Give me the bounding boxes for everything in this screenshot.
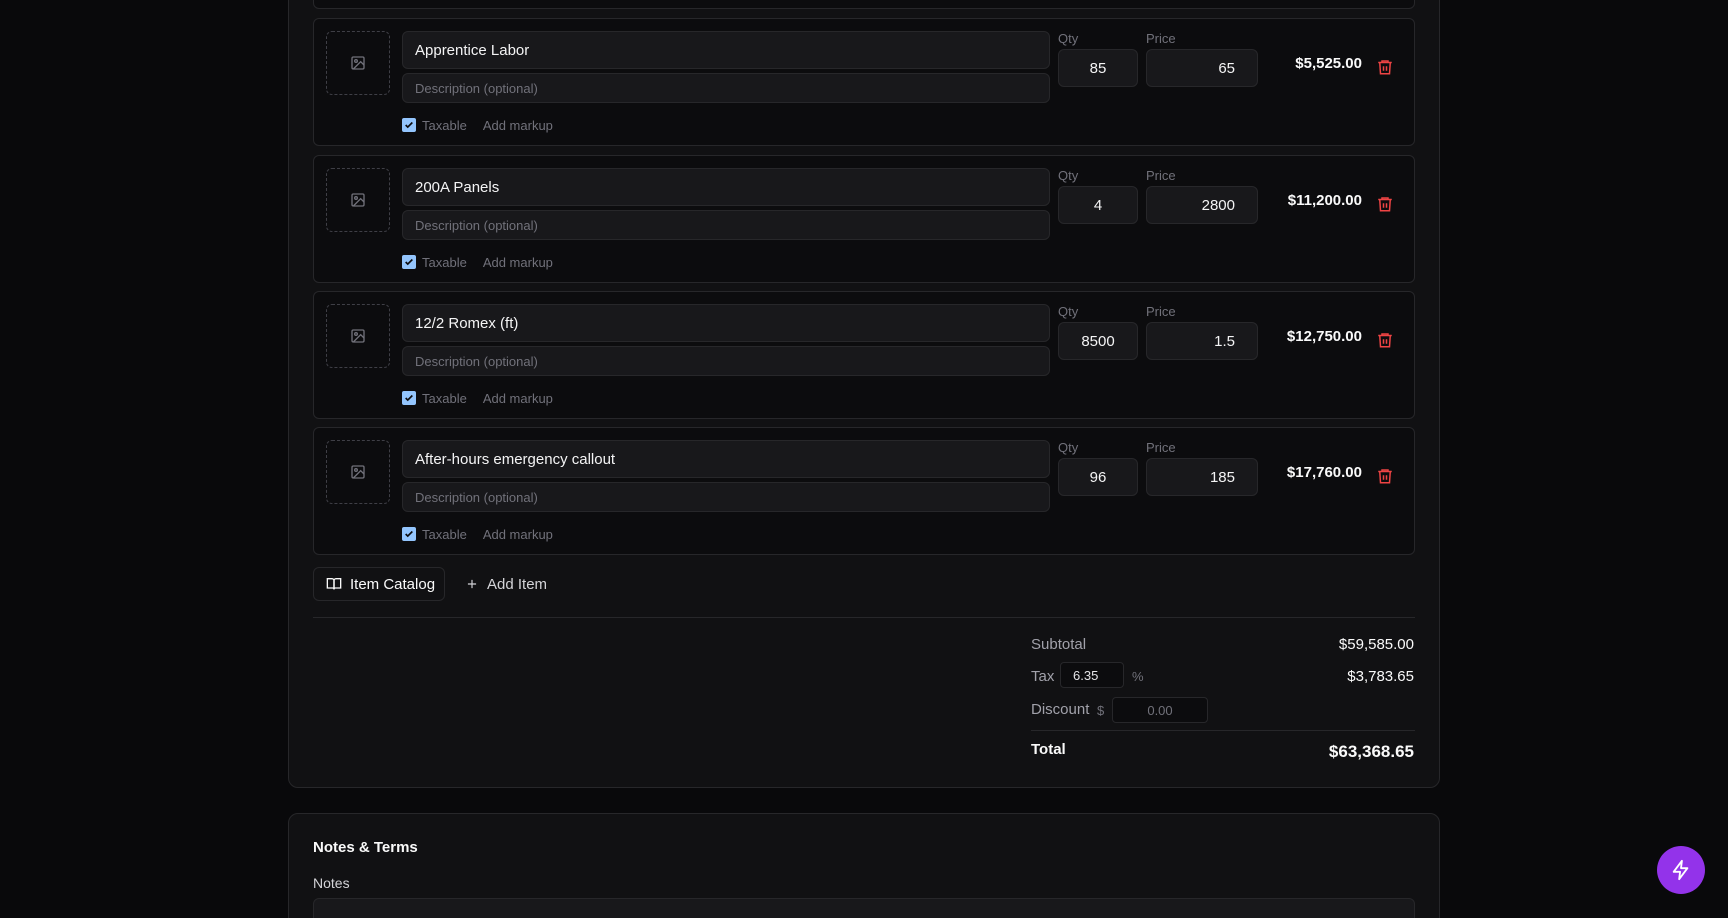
- item-name-input[interactable]: After-hours emergency callout: [402, 440, 1050, 478]
- total-value: $63,368.65: [1328, 742, 1414, 761]
- item-catalog-button[interactable]: Item Catalog: [313, 567, 445, 601]
- line-total: $17,760.00: [1286, 464, 1362, 481]
- image-icon: [351, 465, 365, 479]
- taxable-label: Taxable: [422, 526, 467, 542]
- taxable-label: Taxable: [422, 117, 467, 133]
- line-item: Apprentice Labor Description (optional) …: [313, 18, 1415, 146]
- qty-label: Qty: [1058, 440, 1079, 455]
- add-item-button[interactable]: Add Item: [465, 567, 547, 601]
- trash-icon[interactable]: [1376, 194, 1394, 214]
- tax-label: Tax: [1031, 668, 1055, 685]
- image-icon: [351, 193, 365, 207]
- qty-input[interactable]: 4: [1058, 186, 1138, 224]
- tax-unit: %: [1132, 669, 1144, 684]
- item-description-input[interactable]: Description (optional): [402, 73, 1050, 103]
- discount-currency: $: [1097, 703, 1105, 718]
- item-name-input[interactable]: Apprentice Labor: [402, 31, 1050, 69]
- item-image-upload[interactable]: [326, 440, 390, 504]
- add-markup-link[interactable]: Add markup: [483, 527, 553, 542]
- discount-input[interactable]: 0.00: [1112, 697, 1208, 723]
- line-item: 200A Panels Description (optional) Taxab…: [313, 155, 1415, 283]
- price-label: Price: [1146, 31, 1176, 46]
- total-label: Total: [1031, 741, 1066, 758]
- taxable-label: Taxable: [422, 254, 467, 270]
- price-label: Price: [1146, 304, 1176, 319]
- item-catalog-label: Item Catalog: [350, 575, 436, 593]
- book-icon: [326, 578, 342, 590]
- line-total: $5,525.00: [1295, 55, 1362, 72]
- check-icon: [405, 258, 413, 266]
- price-label: Price: [1146, 168, 1176, 183]
- subtotal-label: Subtotal: [1031, 636, 1087, 653]
- image-icon: [351, 56, 365, 70]
- item-options: Taxable Add markup: [402, 390, 553, 406]
- price-label: Price: [1146, 440, 1176, 455]
- item-image-upload[interactable]: [326, 168, 390, 232]
- item-image-upload[interactable]: [326, 31, 390, 95]
- qty-input[interactable]: 8500: [1058, 322, 1138, 360]
- check-icon: [405, 530, 413, 538]
- add-item-label: Add Item: [487, 575, 548, 593]
- trash-icon[interactable]: [1376, 57, 1394, 77]
- taxable-checkbox[interactable]: [402, 391, 416, 405]
- qty-label: Qty: [1058, 31, 1079, 46]
- divider: [313, 617, 1415, 618]
- item-description-input[interactable]: Description (optional): [402, 482, 1050, 512]
- taxable-checkbox[interactable]: [402, 527, 416, 541]
- price-input[interactable]: 65: [1146, 49, 1258, 87]
- image-icon: [351, 329, 365, 343]
- subtotal-value: $59,585.00: [1338, 636, 1414, 653]
- lightning-icon: [1672, 859, 1689, 881]
- item-options: Taxable Add markup: [402, 526, 553, 542]
- price-input[interactable]: 185: [1146, 458, 1258, 496]
- notes-textarea[interactable]: [313, 898, 1415, 918]
- notes-section-title: Notes & Terms: [313, 839, 418, 856]
- plus-icon: [467, 579, 477, 589]
- item-name-input[interactable]: 200A Panels: [402, 168, 1050, 206]
- qty-input[interactable]: 96: [1058, 458, 1138, 496]
- check-icon: [405, 394, 413, 402]
- discount-label: Discount: [1031, 701, 1090, 718]
- taxable-label: Taxable: [422, 390, 467, 406]
- line-item-partial: [313, 0, 1415, 9]
- check-icon: [405, 121, 413, 129]
- item-description-input[interactable]: Description (optional): [402, 210, 1050, 240]
- line-total: $12,750.00: [1286, 328, 1362, 345]
- item-description-input[interactable]: Description (optional): [402, 346, 1050, 376]
- price-input[interactable]: 2800: [1146, 186, 1258, 224]
- line-total: $11,200.00: [1287, 192, 1362, 209]
- item-options: Taxable Add markup: [402, 117, 553, 133]
- item-image-upload[interactable]: [326, 304, 390, 368]
- line-item: After-hours emergency callout Descriptio…: [313, 427, 1415, 555]
- qty-label: Qty: [1058, 304, 1079, 319]
- quick-action-button[interactable]: [1657, 846, 1705, 894]
- add-markup-link[interactable]: Add markup: [483, 391, 553, 406]
- add-markup-link[interactable]: Add markup: [483, 255, 553, 270]
- tax-amount: $3,783.65: [1347, 668, 1414, 685]
- trash-icon[interactable]: [1376, 330, 1394, 350]
- line-item: 12/2 Romex (ft) Description (optional) T…: [313, 291, 1415, 419]
- item-name-input[interactable]: 12/2 Romex (ft): [402, 304, 1050, 342]
- taxable-checkbox[interactable]: [402, 118, 416, 132]
- summary-divider: [1031, 730, 1415, 731]
- taxable-checkbox[interactable]: [402, 255, 416, 269]
- item-options: Taxable Add markup: [402, 254, 553, 270]
- add-markup-link[interactable]: Add markup: [483, 118, 553, 133]
- qty-label: Qty: [1058, 168, 1079, 183]
- qty-input[interactable]: 85: [1058, 49, 1138, 87]
- tax-rate-input[interactable]: 6.35: [1060, 662, 1124, 688]
- notes-label: Notes: [313, 875, 350, 891]
- trash-icon[interactable]: [1376, 466, 1394, 486]
- price-input[interactable]: 1.5: [1146, 322, 1258, 360]
